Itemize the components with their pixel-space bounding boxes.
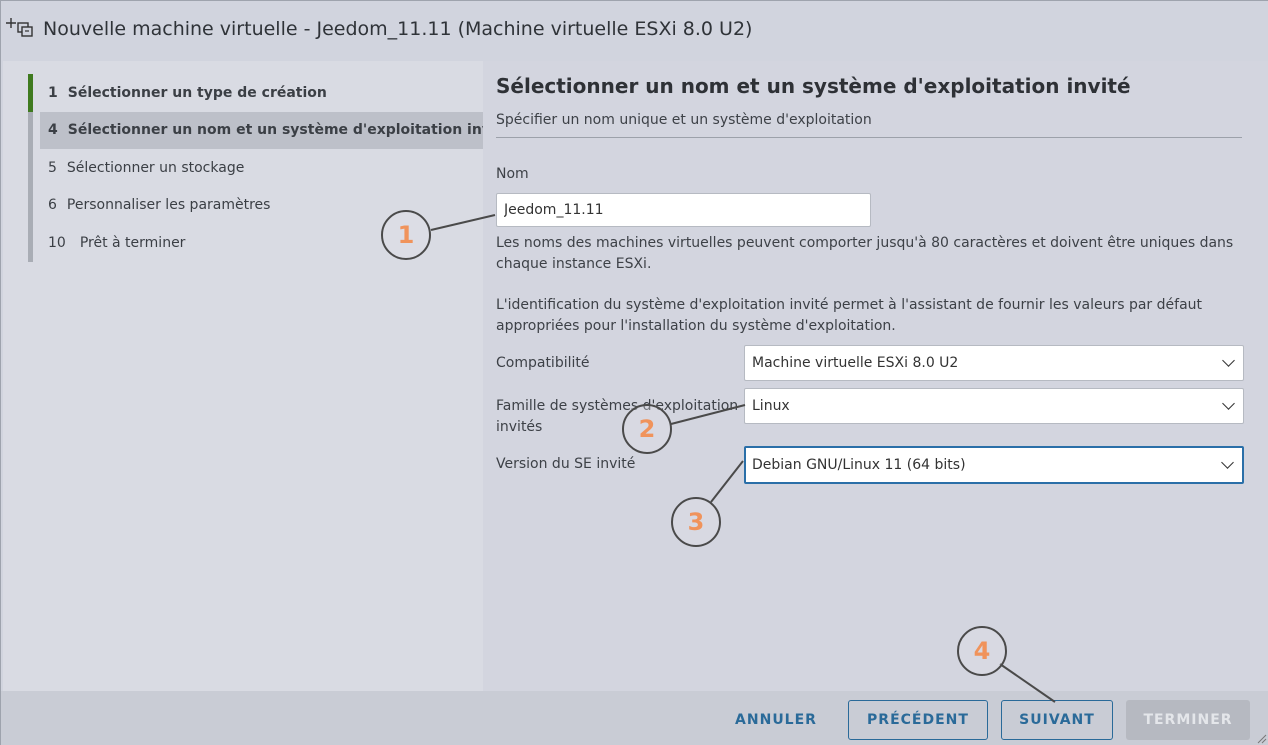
name-help-text: Les noms des machines virtuelles peuvent… [496,235,1234,272]
finish-button[interactable]: TERMINER [1126,700,1250,740]
dialog-titlebar: Nouvelle machine virtuelle - Jeedom_11.1… [1,1,1268,61]
callout-2: 2 [622,404,672,454]
chevron-down-icon [1221,456,1234,469]
os-version-label: Version du SE invité [496,456,636,472]
step-indicator-bar [28,111,33,149]
os-version-value: Debian GNU/Linux 11 (64 bits) [752,457,966,473]
step-select-name-and-os[interactable]: 4 Sélectionner un nom et un système d'ex… [28,111,512,149]
os-family-label-line2: invités [496,419,543,435]
step-number: 10 [48,234,66,251]
page-title: Sélectionner un nom et un système d'expl… [496,74,1131,98]
page-subtitle: Spécifier un nom unique et un système d'… [496,112,872,128]
next-button[interactable]: SUIVANT [1001,700,1113,740]
wizard-content: Sélectionner un nom et un système d'expl… [483,61,1268,691]
step-number: 6 [48,197,57,214]
os-family-select[interactable]: Linux [744,388,1244,424]
os-help-text: L'identification du système d'exploitati… [496,297,1203,334]
compatibility-select[interactable]: Machine virtuelle ESXi 8.0 U2 [744,345,1244,381]
step-number: 4 [48,122,58,139]
step-number: 1 [48,84,58,101]
chevron-down-icon [1222,354,1235,367]
step-label: Prêt à terminer [79,234,186,251]
vm-name-input[interactable] [496,193,871,227]
step-label: Personnaliser les paramètres [66,197,271,214]
os-version-select[interactable]: Debian GNU/Linux 11 (64 bits) [744,446,1244,484]
wizard-steps-sidebar: 1 Sélectionner un type de création 4 Sél… [3,61,512,691]
step-select-creation-type[interactable]: 1 Sélectionner un type de création [28,74,483,112]
step-indicator-bar [28,149,33,187]
step-indicator-bar [28,74,33,112]
step-label: Sélectionner un type de création [67,84,327,101]
name-label: Nom [496,166,529,182]
resize-grip-icon[interactable] [1257,734,1267,744]
compatibility-value: Machine virtuelle ESXi 8.0 U2 [752,355,959,371]
compatibility-label: Compatibilité [496,355,590,371]
os-family-label: Famille de systèmes d'exploitation [496,398,739,414]
cancel-button[interactable]: ANNULER [721,700,831,740]
wizard-footer: ANNULER PRÉCÉDENT SUIVANT TERMINER [1,691,1268,745]
dialog-title: Nouvelle machine virtuelle - Jeedom_11.1… [43,18,753,40]
new-vm-icon [6,18,33,37]
callout-4: 4 [957,626,1007,676]
step-label: Sélectionner un nom et un système d'expl… [67,122,512,139]
step-indicator-bar [28,224,33,262]
divider [496,137,1242,138]
new-vm-dialog: Nouvelle machine virtuelle - Jeedom_11.1… [0,0,1268,745]
callout-1: 1 [381,210,431,260]
step-label: Sélectionner un stockage [66,159,245,176]
step-number: 5 [48,159,57,176]
callout-3: 3 [671,497,721,547]
chevron-down-icon [1222,397,1235,410]
step-select-storage[interactable]: 5 Sélectionner un stockage [28,149,483,187]
os-family-value: Linux [752,398,790,414]
step-indicator-bar [28,186,33,224]
previous-button[interactable]: PRÉCÉDENT [848,700,988,740]
